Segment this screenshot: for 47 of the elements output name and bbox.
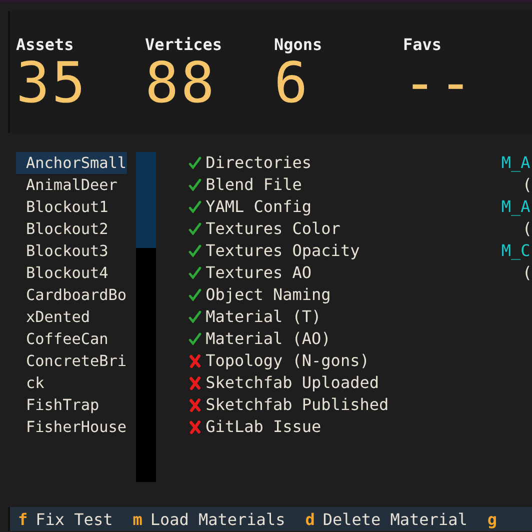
asset-list-item[interactable]: FisherHouse: [16, 416, 127, 438]
check-label: Topology (N-gons): [206, 350, 370, 372]
check-label: Object Naming: [206, 284, 331, 306]
asset-list-item[interactable]: CoffeeCan: [16, 328, 127, 350]
shortcut-key: m: [132, 510, 142, 528]
material-detail: (: [521, 218, 532, 240]
asset-list-item[interactable]: Blockout3: [16, 240, 127, 262]
shortcut-key: f: [18, 510, 28, 528]
check-label: YAML Config: [206, 196, 312, 218]
stat-label: Ngons: [274, 35, 322, 54]
stat-label: Favs: [403, 35, 442, 54]
stat-value: 88: [145, 56, 216, 112]
stat-value: 6: [274, 56, 310, 112]
asset-list-item[interactable]: ConcreteBrick: [16, 350, 127, 394]
check-label: Textures Color: [206, 218, 340, 240]
check-label: Material (T): [206, 306, 322, 328]
scrollbar-thumb[interactable]: [136, 152, 156, 248]
stat-value: 35: [16, 56, 88, 112]
check-label: Textures Opacity: [206, 240, 360, 262]
check-label: Directories: [206, 152, 312, 174]
material-name: M_A: [501, 152, 532, 174]
scrollbar[interactable]: [136, 152, 156, 482]
material-name: M_A: [501, 196, 532, 218]
asset-list-item[interactable]: Blockout4: [16, 262, 127, 284]
stat-value: --: [403, 56, 474, 112]
asset-list-item[interactable]: AnimalDeer: [16, 174, 127, 196]
stat-label: Assets: [16, 35, 74, 54]
check-label: Sketchfab Uploaded: [206, 372, 379, 394]
check-label: Textures AO: [206, 262, 312, 284]
material-detail: (: [521, 174, 532, 196]
asset-list-item[interactable]: Blockout1: [16, 196, 127, 218]
material-detail: (: [521, 262, 532, 284]
material-name: M_C: [501, 240, 532, 262]
check-label: GitLab Issue: [206, 416, 322, 438]
asset-list-item[interactable]: Blockout2: [16, 218, 127, 240]
shortcut-label: Delete Material: [322, 510, 468, 528]
check-label: Material (AO): [206, 328, 331, 350]
shortcut-label: Fix Test: [36, 510, 113, 528]
stat-label: Vertices: [145, 35, 222, 54]
asset-list-item[interactable]: AnchorSmall: [16, 152, 127, 174]
check-label: Blend File: [206, 174, 302, 196]
shortcut-key: g: [487, 510, 497, 528]
shortcut-label: Load Materials: [150, 510, 286, 528]
check-label: Sketchfab Published: [206, 394, 389, 416]
asset-list-item[interactable]: CardboardBoxDented: [16, 284, 127, 328]
asset-list-item[interactable]: FishTrap: [16, 394, 127, 416]
shortcut-key: d: [305, 510, 315, 528]
